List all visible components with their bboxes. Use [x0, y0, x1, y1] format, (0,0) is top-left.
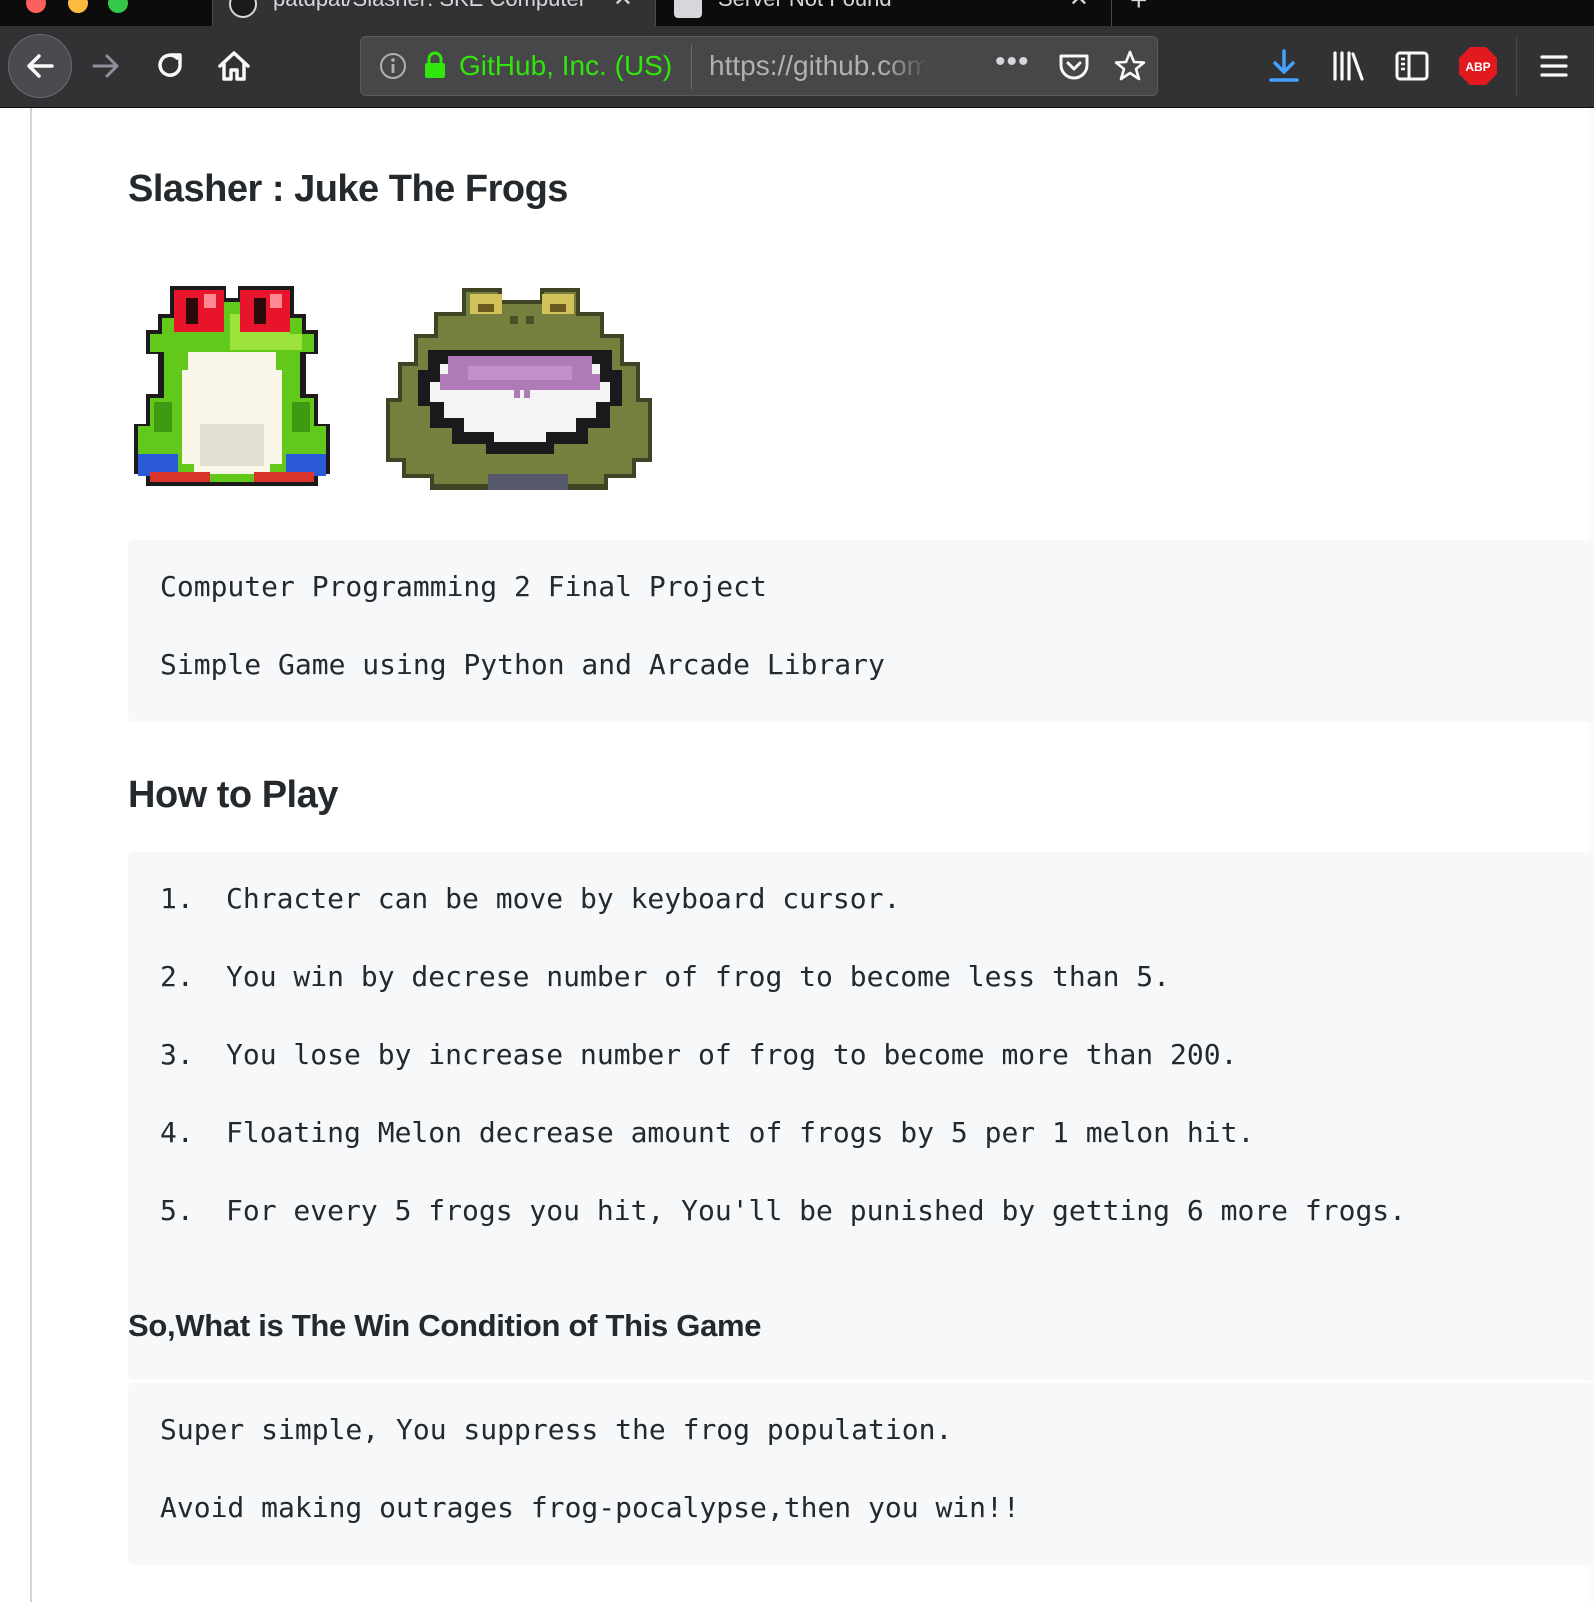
- content-left-border: [30, 108, 32, 1602]
- rule-number: 1.: [160, 882, 194, 915]
- win-condition-heading: So,What is The Win Condition of This Gam…: [128, 1308, 762, 1343]
- rule-line: 4. Floating Melon decrease amount of frog…: [160, 1116, 1254, 1149]
- tab-title: patdpat/Slasher: SKE Computer: [273, 0, 586, 12]
- lock-icon[interactable]: [423, 51, 447, 79]
- readme-title: Slasher : Juke The Frogs: [128, 168, 568, 210]
- home-icon: [218, 51, 250, 81]
- window-minimize-button[interactable]: [68, 0, 88, 13]
- tab-close-icon[interactable]: ✕: [1069, 0, 1089, 13]
- adblock-plus-icon[interactable]: ABP: [1458, 46, 1498, 86]
- back-icon: [27, 54, 54, 78]
- rule-number: 3.: [160, 1038, 194, 1071]
- win-line: Super simple, You suppress the frog popu…: [160, 1413, 953, 1446]
- home-button[interactable]: [210, 42, 258, 90]
- rule-line: 1. Chracter can be move by keyboard curso…: [160, 882, 900, 915]
- rule-text: Floating Melon decrease amount of frogs …: [226, 1116, 1255, 1149]
- url-bar[interactable]: GitHub, Inc. (US) https://github.com •••: [360, 36, 1158, 96]
- rule-number: 4.: [160, 1116, 194, 1149]
- rule-text: Chracter can be move by keyboard cursor.: [226, 882, 901, 915]
- sidebar-icon[interactable]: [1394, 48, 1430, 84]
- win-condition-code-block: Super simple, You suppress the frog popu…: [128, 1383, 1594, 1565]
- intro-code-block: Computer Programming 2 Final Project Sim…: [128, 540, 1594, 722]
- pocket-icon[interactable]: [1057, 50, 1091, 84]
- tab-title: Server Not Found: [718, 0, 892, 12]
- window-zoom-button[interactable]: [108, 0, 128, 13]
- tab-slasher-repo[interactable]: patdpat/Slasher: SKE Computer ✕: [212, 0, 656, 26]
- url-separator: [691, 45, 692, 89]
- site-identity-label[interactable]: GitHub, Inc. (US): [459, 50, 672, 82]
- rule-text: You win by decrese number of frog to bec…: [226, 960, 1171, 993]
- download-icon[interactable]: [1266, 48, 1302, 84]
- rule-number: 5.: [160, 1194, 194, 1227]
- how-to-play-heading: How to Play: [128, 774, 338, 816]
- url-text[interactable]: https://github.com: [709, 50, 929, 82]
- warning-favicon-icon: [674, 0, 702, 18]
- forward-icon: [92, 54, 119, 78]
- hamburger-menu-icon[interactable]: [1536, 48, 1572, 84]
- tab-server-not-found[interactable]: Server Not Found ✕: [658, 0, 1112, 26]
- forward-button[interactable]: [82, 42, 130, 90]
- reload-icon: [158, 53, 182, 77]
- back-button[interactable]: [8, 34, 72, 98]
- reload-button[interactable]: [146, 42, 194, 90]
- page-actions-icon[interactable]: •••: [995, 45, 1030, 79]
- navigation-toolbar: GitHub, Inc. (US) https://github.com •••…: [0, 26, 1594, 108]
- bookmark-star-icon[interactable]: [1113, 49, 1147, 83]
- rule-text: For every 5 frogs you hit, You'll be pun…: [226, 1194, 1407, 1227]
- info-icon[interactable]: [379, 52, 407, 80]
- intro-line: Simple Game using Python and Arcade Libr…: [160, 648, 885, 681]
- how-to-play-code-block: 1. Chracter can be move by keyboard curso…: [128, 852, 1594, 1380]
- rule-line: 5. For every 5 frogs you hit, You'll be p…: [160, 1194, 1406, 1227]
- window-close-button[interactable]: [26, 0, 46, 13]
- green-frog-sprite: [134, 286, 330, 486]
- win-line: Avoid making outrages frog-pocalypse,the…: [160, 1491, 1020, 1524]
- rule-line: 3. You lose by increase number of frog to…: [160, 1038, 1237, 1071]
- tab-close-icon[interactable]: ✕: [613, 0, 633, 13]
- rule-line: 2. You win by decrese number of frog to b…: [160, 960, 1170, 993]
- new-tab-button[interactable]: +: [1130, 0, 1148, 18]
- tab-strip: patdpat/Slasher: SKE Computer ✕ Server N…: [0, 0, 1594, 26]
- rule-number: 2.: [160, 960, 194, 993]
- intro-line: Computer Programming 2 Final Project: [160, 570, 767, 603]
- svg-text:ABP: ABP: [1465, 60, 1490, 74]
- github-favicon-icon: [229, 0, 257, 18]
- rule-text: You lose by increase number of frog to b…: [226, 1038, 1238, 1071]
- toolbar-separator: [1516, 36, 1517, 96]
- page-content: Slasher : Juke The Frogs Computer Progra…: [0, 108, 1594, 1602]
- toad-sprite: [386, 288, 652, 490]
- library-icon[interactable]: [1330, 48, 1366, 84]
